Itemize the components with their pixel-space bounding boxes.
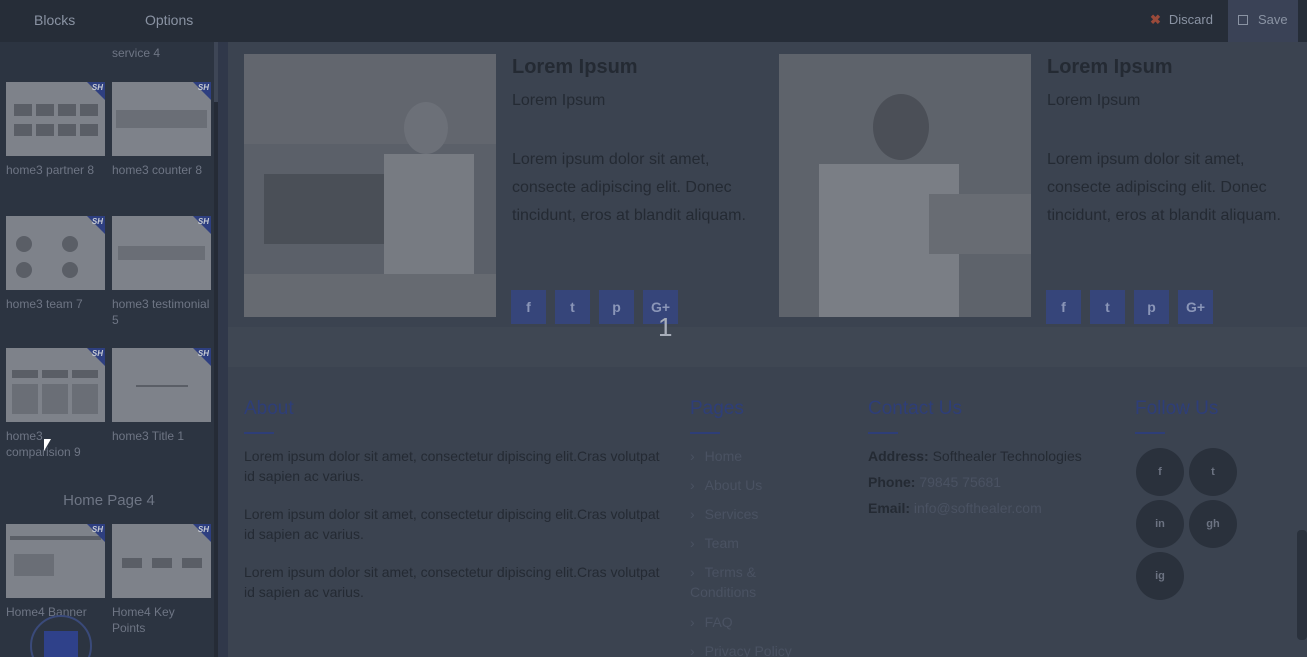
sh-badge: SH <box>91 217 103 226</box>
blocks-sidebar: service 4 SH home3 partner 8 SH home3 co… <box>0 42 218 657</box>
block-caption: service 4 <box>112 46 161 60</box>
canvas-scrollbar[interactable] <box>1297 530 1307 640</box>
block-home4-key-points[interactable]: SH Home4 Key Points <box>112 524 211 636</box>
chevron-right-icon: › <box>690 564 695 580</box>
sh-badge: SH <box>197 83 209 92</box>
contact-email[interactable]: Email: info@softhealer.com <box>868 498 1042 518</box>
team-member-photo[interactable] <box>779 54 1031 317</box>
chevron-right-icon: › <box>690 643 695 657</box>
footer-follow-title: Follow Us <box>1135 398 1219 419</box>
drag-indicator-icon <box>30 615 92 657</box>
team-member-bio: Lorem ipsum dolor sit amet, consecte adi… <box>1047 151 1281 224</box>
block-thumbnail: SH <box>6 348 105 422</box>
facebook-icon[interactable]: f <box>1046 290 1081 324</box>
github-icon[interactable]: gh <box>1189 500 1237 548</box>
facebook-icon[interactable]: f <box>511 290 546 324</box>
divider <box>244 432 274 434</box>
block-label: home3 Title 1 <box>112 429 185 443</box>
block-home3-comparision[interactable]: SH home3 comparision 9 <box>6 348 105 460</box>
save-button[interactable]: Save <box>1228 0 1298 42</box>
footer-link-terms[interactable]: › Terms & Conditions <box>690 562 800 602</box>
block-home3-counter[interactable]: SH home3 counter 8 <box>112 82 211 178</box>
block-group-title: Home Page 4 <box>63 492 155 509</box>
block-home4-banner[interactable]: SH Home4 Banner <box>6 524 105 620</box>
footer-pages-title: Pages <box>690 398 744 419</box>
team-member-name: Lorem Ipsum <box>512 56 638 78</box>
footer-link-services[interactable]: › Services <box>690 504 758 524</box>
facebook-icon[interactable]: f <box>1136 448 1184 496</box>
footer-about-text: Lorem ipsum dolor sit amet, consectetur … <box>244 506 660 542</box>
pinterest-icon[interactable]: p <box>599 290 634 324</box>
sh-badge: SH <box>197 217 209 226</box>
block-label: home3 comparision 9 <box>6 429 81 459</box>
footer-link-privacy-policy[interactable]: › Privacy Policy <box>690 641 792 657</box>
block-label: Home4 Key Points <box>112 605 175 635</box>
sh-badge: SH <box>91 525 103 534</box>
block-thumbnail: SH <box>112 348 211 422</box>
block-label: home3 team 7 <box>6 297 83 311</box>
editor-canvas[interactable]: Lorem Ipsum Lorem Ipsum Lorem ipsum dolo… <box>218 42 1307 657</box>
chevron-right-icon: › <box>690 506 695 522</box>
close-icon: ✖ <box>1150 12 1161 27</box>
editor-topbar: Blocks Options ✖ Discard Save <box>0 0 1307 42</box>
block-home3-testimonial[interactable]: SH home3 testimonial 5 <box>112 216 211 328</box>
block-label: home3 partner 8 <box>6 163 95 177</box>
block-thumbnail: SH <box>112 82 211 156</box>
chevron-right-icon: › <box>690 535 695 551</box>
block-thumbnail: SH <box>6 216 105 290</box>
discard-button[interactable]: ✖ Discard <box>1150 12 1213 28</box>
instagram-icon[interactable]: ig <box>1136 552 1184 600</box>
team-member-photo[interactable] <box>244 54 496 317</box>
sh-badge: SH <box>197 349 209 358</box>
footer-about-text: Lorem ipsum dolor sit amet, consectetur … <box>244 448 660 484</box>
divider <box>1135 432 1165 434</box>
chevron-right-icon: › <box>690 448 695 464</box>
block-label: home3 counter 8 <box>112 163 203 177</box>
pinterest-icon[interactable]: p <box>1134 290 1169 324</box>
team-member-role: Lorem Ipsum <box>1047 92 1141 109</box>
block-label: home3 testimonial 5 <box>112 297 210 327</box>
footer-link-about-us[interactable]: › About Us <box>690 475 762 495</box>
chevron-right-icon: › <box>690 614 695 630</box>
block-thumbnail: SH <box>112 524 211 598</box>
divider <box>868 432 898 434</box>
divider <box>690 432 720 434</box>
block-thumbnail: SH <box>112 216 211 290</box>
google-plus-icon[interactable]: G+ <box>1178 290 1213 324</box>
team-member-role: Lorem Ipsum <box>512 92 606 109</box>
block-home3-partner[interactable]: SH home3 partner 8 <box>6 82 105 178</box>
footer-link-team[interactable]: › Team <box>690 533 739 553</box>
team-member-name: Lorem Ipsum <box>1047 56 1173 78</box>
footer-contact-title: Contact Us <box>868 398 962 419</box>
footer-about-text: Lorem ipsum dolor sit amet, consectetur … <box>244 564 660 600</box>
footer-link-faq[interactable]: › FAQ <box>690 612 733 632</box>
footer-about-title: About <box>244 398 294 419</box>
team-member-bio: Lorem ipsum dolor sit amet, consecte adi… <box>512 151 746 224</box>
page-number: 1 <box>658 312 673 342</box>
tab-options[interactable]: Options <box>145 12 193 28</box>
block-thumbnail: SH <box>6 82 105 156</box>
linkedin-icon[interactable]: in <box>1136 500 1184 548</box>
chevron-right-icon: › <box>690 477 695 493</box>
section-divider <box>228 327 1307 367</box>
mouse-cursor-icon <box>44 439 51 451</box>
sh-badge: SH <box>91 83 103 92</box>
sh-badge: SH <box>91 349 103 358</box>
twitter-icon[interactable]: t <box>1090 290 1125 324</box>
block-thumbnail: SH <box>6 524 105 598</box>
floppy-disk-icon <box>1238 15 1248 25</box>
block-home3-title[interactable]: SH home3 Title 1 <box>112 348 211 444</box>
twitter-icon[interactable]: t <box>555 290 590 324</box>
tab-blocks[interactable]: Blocks <box>34 12 75 28</box>
footer-link-home[interactable]: › Home <box>690 446 742 466</box>
twitter-icon[interactable]: t <box>1189 448 1237 496</box>
contact-phone: Phone: 79845 75681 <box>868 474 1002 490</box>
block-home3-team[interactable]: SH home3 team 7 <box>6 216 105 312</box>
contact-address: Address: Softhealer Technologies <box>868 448 1082 464</box>
sh-badge: SH <box>197 525 209 534</box>
